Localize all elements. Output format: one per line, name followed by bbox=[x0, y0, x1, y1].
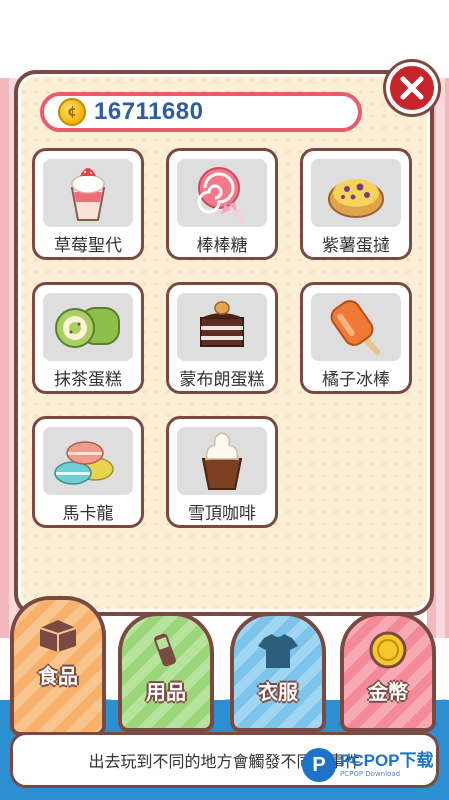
item-label: 草莓聖代 bbox=[54, 236, 122, 256]
shop-item-matcha-cake[interactable]: 抹茶蛋糕 bbox=[32, 282, 144, 394]
item-label: 棒棒糖 bbox=[196, 236, 248, 256]
shop-item-purple-potato-tart[interactable]: 紫薯蛋撻 bbox=[300, 148, 412, 260]
tab-label: 用品 bbox=[146, 680, 186, 704]
watermark-subtext: PCPOP Download bbox=[340, 770, 401, 778]
coin-icon bbox=[369, 631, 407, 669]
item-label: 蒙布朗蛋糕 bbox=[179, 370, 265, 390]
tab-supplies[interactable]: 用品 bbox=[118, 612, 214, 732]
tab-label: 食品 bbox=[38, 664, 78, 688]
item-label: 抹茶蛋糕 bbox=[54, 370, 122, 390]
coin-balance: ¢ 16711680 bbox=[40, 92, 362, 132]
watermark-logo: P bbox=[302, 748, 336, 782]
orange-popsicle-icon bbox=[330, 300, 380, 355]
item-label: 馬卡龍 bbox=[62, 504, 114, 524]
coin-icon: ¢ bbox=[58, 98, 86, 126]
lollipop-icon bbox=[197, 167, 246, 223]
tab-food[interactable]: 食品 bbox=[10, 596, 106, 736]
item-label: 橘子冰棒 bbox=[322, 370, 390, 390]
shirt-icon bbox=[258, 634, 298, 668]
close-button[interactable] bbox=[386, 62, 438, 114]
close-icon bbox=[400, 76, 424, 100]
coffee-float-icon bbox=[201, 432, 243, 490]
supplies-icon bbox=[154, 633, 176, 667]
watermark-text: PCPOP下载 bbox=[340, 751, 434, 770]
item-label: 紫薯蛋撻 bbox=[322, 236, 390, 256]
item-label: 雪頂咖啡 bbox=[188, 504, 256, 524]
top-bar bbox=[0, 0, 449, 78]
shop-item-orange-popsicle[interactable]: 橘子冰棒 bbox=[300, 282, 412, 394]
watermark: P PCPOP下载 PCPOP Download bbox=[302, 748, 434, 782]
coin-value: 16711680 bbox=[94, 98, 204, 125]
tab-clothes[interactable]: 衣服 bbox=[230, 612, 326, 732]
shop-item-mont-blanc-cake[interactable]: 蒙布朗蛋糕 bbox=[166, 282, 278, 394]
shop-item-lollipop[interactable]: 棒棒糖 bbox=[166, 148, 278, 260]
purple-potato-tart-icon bbox=[328, 179, 384, 218]
food-box-icon bbox=[39, 620, 77, 652]
strawberry-sundae-icon bbox=[70, 168, 106, 221]
tab-coins[interactable]: 金幣 bbox=[340, 612, 436, 732]
shop-item-coffee-float[interactable]: 雪頂咖啡 bbox=[166, 416, 278, 528]
tab-label: 衣服 bbox=[258, 680, 298, 704]
shop-item-strawberry-sundae[interactable]: 草莓聖代 bbox=[32, 148, 144, 260]
macaron-icon bbox=[54, 441, 114, 485]
shop-item-macaron[interactable]: 馬卡龍 bbox=[32, 416, 144, 528]
mont-blanc-cake-icon bbox=[200, 301, 244, 347]
matcha-roll-cake-icon bbox=[55, 307, 120, 348]
tab-label: 金幣 bbox=[368, 680, 408, 704]
